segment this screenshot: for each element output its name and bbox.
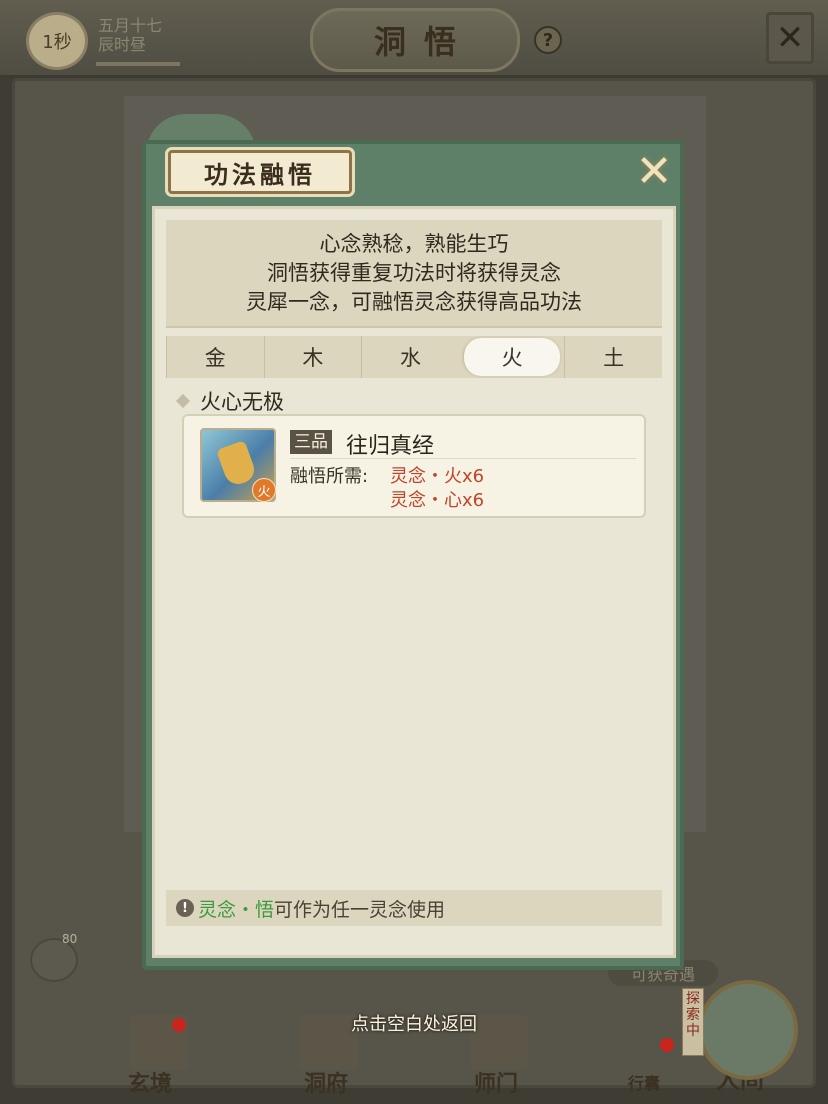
timer-badge: 1秒 bbox=[26, 12, 88, 70]
close-page-button[interactable]: ✕ bbox=[766, 12, 814, 64]
page-title: 洞悟 bbox=[310, 8, 520, 72]
grade-badge: 三品 bbox=[290, 430, 332, 454]
nav-shimen[interactable]: 师门 bbox=[474, 1066, 518, 1098]
footer-highlight: 灵念・悟 bbox=[198, 898, 275, 921]
exclamation-icon: ! bbox=[176, 899, 194, 917]
diamond-icon bbox=[175, 393, 191, 409]
close-icon: ✕ bbox=[635, 146, 673, 197]
fire-element-badge: 火 bbox=[252, 478, 276, 502]
date-line-1: 五月十七 bbox=[98, 16, 163, 35]
intro-text: 心念熟稔，熟能生巧 洞悟获得重复功法时将获得灵念 灵犀一念，可融悟灵念获得高品功… bbox=[166, 220, 662, 328]
timer-text: 1秒 bbox=[42, 32, 72, 53]
date-line-2: 辰时昼 bbox=[98, 35, 147, 54]
dialog-close-button[interactable]: ✕ bbox=[632, 150, 676, 194]
footer-note: ! 灵念・悟 可作为任一灵念使用 bbox=[166, 890, 662, 926]
tab-earth[interactable]: 土 bbox=[564, 336, 662, 378]
requirement-fire: 灵念・火x6 bbox=[390, 466, 485, 487]
intro-line-1: 心念熟稔，熟能生巧 bbox=[319, 232, 509, 256]
footer-text: 可作为任一灵念使用 bbox=[274, 898, 446, 921]
tab-water[interactable]: 水 bbox=[361, 336, 459, 378]
requirement-heart: 灵念・心x6 bbox=[390, 490, 485, 511]
nav-xuanjing[interactable]: 玄境 bbox=[128, 1066, 172, 1098]
game-date: 五月十七 辰时昼 bbox=[98, 16, 162, 54]
return-hint: 点击空白处返回 bbox=[351, 1014, 477, 1035]
notification-dot bbox=[172, 1018, 186, 1032]
intro-line-2: 洞悟获得重复功法时将获得灵念 bbox=[267, 261, 561, 285]
close-icon: ✕ bbox=[775, 18, 805, 58]
top-bar: 1秒 五月十七 辰时昼 洞悟 ? ✕ bbox=[0, 0, 828, 78]
bell-icon bbox=[216, 440, 258, 488]
tab-wood[interactable]: 木 bbox=[263, 336, 362, 378]
element-tabs: 金 木 水 火 土 bbox=[166, 336, 662, 378]
tab-fire[interactable]: 火 bbox=[462, 338, 561, 376]
group-header: 火心无极 bbox=[175, 386, 284, 416]
group-title: 火心无极 bbox=[200, 390, 284, 414]
divider bbox=[290, 458, 636, 459]
tab-metal[interactable]: 金 bbox=[166, 336, 264, 378]
dialog-title: 功法融悟 bbox=[168, 150, 352, 194]
nav-dongfu[interactable]: 洞府 bbox=[304, 1066, 348, 1098]
nav-bag[interactable]: 行囊 bbox=[628, 1070, 660, 1094]
notification-dot bbox=[660, 1038, 674, 1052]
world-map-button[interactable] bbox=[698, 980, 798, 1080]
technique-name: 往归真经 bbox=[346, 434, 435, 459]
explore-status-tag: 探索中 bbox=[682, 988, 704, 1056]
requirement-label: 融悟所需: bbox=[290, 466, 369, 487]
help-icon[interactable]: ? bbox=[534, 26, 562, 54]
date-progress bbox=[96, 62, 180, 66]
chat-count: 80 bbox=[62, 932, 78, 946]
intro-line-3: 灵犀一念，可融悟灵念获得高品功法 bbox=[246, 290, 582, 314]
